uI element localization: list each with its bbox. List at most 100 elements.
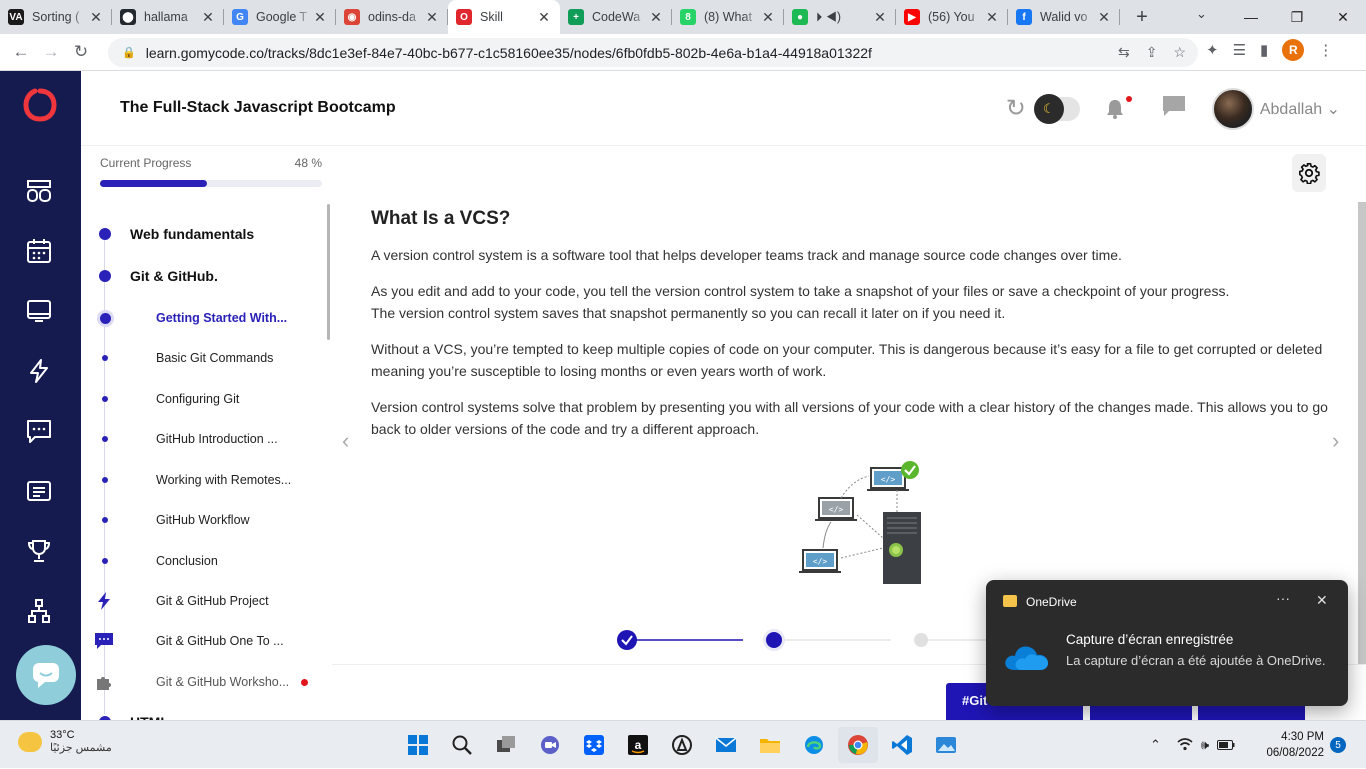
taskbar-clock[interactable]: 4:30 PM 06/08/2022 <box>1250 729 1324 761</box>
user-menu[interactable]: Abdallah ⌄ <box>1260 99 1340 119</box>
tab-close-icon[interactable]: ✕ <box>872 9 888 26</box>
sidebar-item[interactable]: Basic Git Commands <box>81 343 326 373</box>
onedrive-toast[interactable]: OneDrive ··· ✕ Capture d’écran enregistr… <box>986 580 1348 706</box>
windows-start-icon[interactable] <box>398 727 438 763</box>
chat-icon[interactable] <box>24 416 54 446</box>
next-arrow-icon[interactable]: › <box>1332 428 1339 454</box>
tab-close-icon[interactable]: ✕ <box>200 9 216 26</box>
sidebar-item[interactable]: Conclusion <box>81 546 326 576</box>
browser-tab[interactable]: O Skill ✕ <box>448 0 560 34</box>
notification-count-badge[interactable]: 5 <box>1330 737 1346 753</box>
profile-avatar[interactable]: R <box>1282 39 1305 61</box>
sidebar-item[interactable]: Git & GitHub Project <box>81 586 326 616</box>
minimize-button[interactable]: — <box>1228 9 1274 25</box>
reading-list-icon[interactable]: ☰ <box>1233 41 1246 59</box>
share-icon[interactable]: ⇪ <box>1146 44 1158 61</box>
sidebar-item[interactable]: GitHub Introduction ... <box>81 424 326 454</box>
battery-icon[interactable] <box>1217 738 1235 753</box>
step-current[interactable] <box>763 629 785 651</box>
previous-arrow-icon[interactable]: ‹ <box>342 428 349 454</box>
step-completed[interactable] <box>617 630 637 650</box>
tab-close-icon[interactable]: ✕ <box>1096 9 1112 26</box>
user-avatar[interactable] <box>1211 87 1254 130</box>
settings-button[interactable] <box>1292 154 1326 192</box>
tab-close-icon[interactable]: ✕ <box>312 9 328 26</box>
browser-tab[interactable]: f Walid vo ✕ <box>1008 0 1120 34</box>
mail-icon[interactable] <box>706 727 746 763</box>
step-upcoming[interactable] <box>914 633 928 647</box>
reload-button[interactable]: ↻ <box>66 42 96 62</box>
volume-icon[interactable]: 🕪 <box>1201 737 1209 753</box>
refresh-icon[interactable]: ↻ <box>1006 94 1026 123</box>
browser-tab[interactable]: 8 (8) What ✕ <box>672 0 784 34</box>
sidebar-item[interactable]: Web fundamentals <box>81 219 326 249</box>
browser-menu-icon[interactable]: ⋮ <box>1318 41 1333 59</box>
trophy-icon[interactable] <box>24 536 54 566</box>
toast-more-button[interactable]: ··· <box>1276 590 1290 606</box>
maximize-button[interactable]: ❐ <box>1274 9 1320 26</box>
tab-close-icon[interactable]: ✕ <box>536 9 552 26</box>
side-panel-icon[interactable]: ▮ <box>1260 41 1268 59</box>
notification-dot <box>1125 95 1132 102</box>
url-text[interactable]: learn.gomycode.co/tracks/8dc1e3ef-84e7-4… <box>146 45 872 61</box>
support-chat-button[interactable] <box>16 645 76 705</box>
sidebar-item[interactable]: Getting Started With... <box>81 303 326 333</box>
tab-close-icon[interactable]: ✕ <box>984 9 1000 26</box>
sidebar-item[interactable]: Git & GitHub One To ... <box>81 626 326 656</box>
browser-tab[interactable]: ◉ odins-da ✕ <box>336 0 448 34</box>
amazon-icon[interactable]: a <box>618 727 658 763</box>
vscode-icon[interactable] <box>882 727 922 763</box>
address-bar[interactable]: 🔒 learn.gomycode.co/tracks/8dc1e3ef-84e7… <box>108 38 1198 67</box>
close-window-button[interactable]: ✕ <box>1320 9 1366 26</box>
sitemap-icon[interactable] <box>24 596 54 626</box>
browser-tab[interactable]: VA Sorting (✕ <box>0 0 112 34</box>
lightning-icon[interactable] <box>24 356 54 386</box>
sidebar-scrollbar[interactable] <box>327 204 330 340</box>
file-explorer-icon[interactable] <box>750 727 790 763</box>
sidebar-item[interactable]: Configuring Git <box>81 384 326 414</box>
sidebar-item[interactable]: Git & GitHub Worksho... <box>81 667 326 697</box>
teams-chat-icon[interactable] <box>530 727 570 763</box>
browser-tab[interactable]: ● ⏵ ◀) ✕ <box>784 0 896 34</box>
sidebar-item[interactable]: GitHub Workflow <box>81 505 326 535</box>
chrome-icon[interactable] <box>838 727 878 763</box>
laptop-icon[interactable] <box>24 296 54 326</box>
tab-close-icon[interactable]: ✕ <box>424 9 440 26</box>
browser-tab[interactable]: ▶ (56) You ✕ <box>896 0 1008 34</box>
tab-close-icon[interactable]: ✕ <box>648 9 664 26</box>
photos-icon[interactable] <box>926 727 966 763</box>
browser-tab[interactable]: ⬤ hallama ✕ <box>112 0 224 34</box>
search-icon[interactable] <box>442 727 482 763</box>
browser-tab[interactable]: G Google T ✕ <box>224 0 336 34</box>
sidebar-item[interactable]: Git & GitHub. <box>81 261 326 291</box>
dark-mode-toggle[interactable]: ☾ <box>1033 93 1080 124</box>
lock-icon[interactable]: 🔒 <box>122 46 136 59</box>
vpn-shield-icon[interactable] <box>662 727 702 763</box>
content-scrollbar[interactable] <box>1358 202 1366 702</box>
sidebar-item[interactable]: Working with Remotes... <box>81 465 326 495</box>
tray-chevron-icon[interactable]: ⌃ <box>1150 737 1161 753</box>
tab-close-icon[interactable]: ✕ <box>88 9 104 26</box>
wifi-icon[interactable] <box>1177 737 1193 754</box>
weather-widget[interactable]: 33°C مشمس جزئيًا <box>18 729 112 754</box>
calendar-icon[interactable] <box>24 236 54 266</box>
notes-icon[interactable] <box>24 476 54 506</box>
dropbox-icon[interactable] <box>574 727 614 763</box>
courses-icon[interactable] <box>24 176 54 206</box>
messages-icon[interactable] <box>1162 95 1186 122</box>
back-button[interactable]: ← <box>6 42 36 62</box>
sidebar-item[interactable]: HTML <box>81 707 326 720</box>
toast-close-button[interactable]: ✕ <box>1316 592 1328 609</box>
tab-search-icon[interactable]: ⌄ <box>1196 6 1207 22</box>
task-view-icon[interactable] <box>486 727 526 763</box>
tab-close-icon[interactable]: ✕ <box>760 9 776 26</box>
forward-button[interactable]: → <box>36 42 66 62</box>
edge-icon[interactable] <box>794 727 834 763</box>
gomycode-logo[interactable] <box>23 88 57 122</box>
bookmark-star-icon[interactable]: ☆ <box>1173 44 1186 61</box>
extensions-icon[interactable]: ✦ <box>1206 41 1219 59</box>
browser-tab[interactable]: + CodeWa ✕ <box>560 0 672 34</box>
notification-bell-icon[interactable] <box>1104 95 1132 120</box>
translate-icon[interactable]: ⇆ <box>1118 44 1130 61</box>
new-tab-button[interactable]: + <box>1126 6 1158 29</box>
